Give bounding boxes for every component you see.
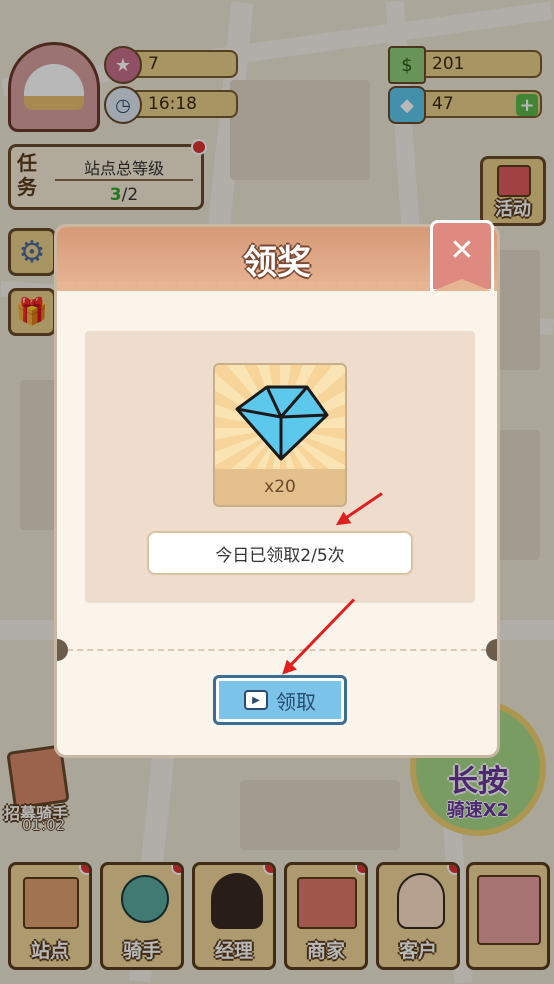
daily-claim-count: 今日已领取2/5次 [147, 531, 413, 575]
divider [57, 649, 497, 651]
reward-modal: 领奖 x20 今日已领取2/5次 ▶ 领取 [54, 224, 500, 758]
reward-quantity: x20 [215, 469, 345, 505]
right-notch [486, 639, 497, 661]
diamond-icon [235, 385, 329, 461]
reward-panel: x20 今日已领取2/5次 [85, 331, 475, 603]
reward-card: x20 [213, 363, 347, 507]
claim-button[interactable]: ▶ 领取 [213, 675, 347, 725]
fork-knife-icon: ✕ [449, 233, 475, 268]
left-notch [57, 639, 68, 661]
video-play-icon: ▶ [244, 690, 268, 710]
claim-label: 领取 [276, 689, 316, 714]
